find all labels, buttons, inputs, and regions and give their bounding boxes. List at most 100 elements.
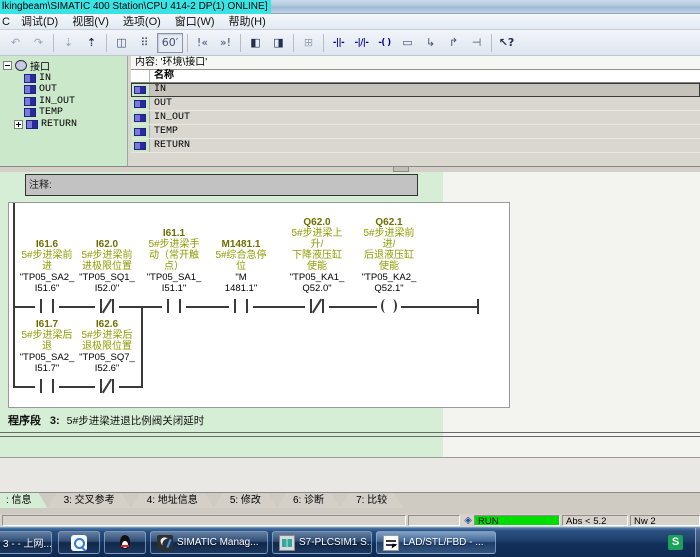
download-icon[interactable]: ⇣ [58,33,79,53]
tab-diagnostics[interactable]: 6: 诊断 [277,493,340,508]
toolbar-separator [491,34,492,52]
status-empty-segment [408,515,460,526]
right-rail-tick [477,299,479,314]
expand-icon[interactable] [14,120,23,129]
declaration-row-temp[interactable]: TEMP [131,125,700,139]
declaration-header-row: 名称 [131,70,700,83]
collapse-icon[interactable] [3,61,12,70]
connector-icon[interactable]: ⊣ [466,33,487,53]
tree-item-in[interactable]: IN [24,73,127,85]
toolbar-separator [187,34,188,52]
network-title-row[interactable]: 程序段 3: 5#步进梁进退比例阀关闭延时 [8,412,204,428]
contact-label[interactable]: I61.6 5#步进梁前 进 "TP05_SA2_ I51.6" [14,239,80,294]
help-select-icon[interactable]: ↖? [496,33,517,53]
tab-modify[interactable]: 5: 修改 [214,493,277,508]
network-title: 5#步进梁进退比例阀关闭延时 [67,415,205,427]
program-elements-icon[interactable]: ⠿ [134,33,155,53]
contact-label[interactable]: I61.7 5#步进梁后 退 "TP05_SA2_ I51.7" [14,319,80,374]
detail-window-icon[interactable]: ◨ [268,33,289,53]
show-desktop-button[interactable] [695,528,700,557]
declaration-icon [134,100,146,108]
bottom-tabs: : 信息 3: 交叉参考 4: 地址信息 5: 修改 6: 诊断 7: 比较 [0,492,700,514]
new-network-icon[interactable]: ⊞ [298,33,319,53]
browser-icon [71,535,87,551]
declaration-row-out[interactable]: OUT [131,97,700,111]
taskbar-button-qq[interactable] [104,531,146,554]
tree-root-label: 接口 [30,58,50,73]
tree-item-return[interactable]: RETURN [14,119,127,131]
redo-icon[interactable]: ↷ [28,33,49,53]
tray-s-icon[interactable]: S [668,535,683,550]
declaration-row-in[interactable]: IN [131,83,700,97]
upload-icon[interactable]: ⇡ [81,33,102,53]
branch-junction [141,306,143,388]
taskbar-button-browser-window[interactable]: 3 - - 上网... [0,531,52,554]
comment-box[interactable]: 注释: [25,174,418,196]
menu-options[interactable]: 选项(O) [116,15,168,29]
declaration-row-in-out[interactable]: IN_OUT [131,111,700,125]
title-bar: lkingbeam\SIMATIC 400 Station\CPU 414-2 … [0,0,700,14]
window-title: lkingbeam\SIMATIC 400 Station\CPU 414-2 … [0,0,271,14]
tree-item-out[interactable]: OUT [24,84,127,96]
taskbar-button-simatic-manager[interactable]: SIMATIC Manag... [150,531,268,554]
content-header: 内容: '环境\接口' [131,56,700,70]
output-coil[interactable] [377,297,401,315]
tree-item-temp[interactable]: TEMP [24,107,127,119]
contact-no-icon[interactable]: -||- [328,33,349,53]
contact-label[interactable]: I62.0 5#步进梁前 进极限位置 "TP05_SQ1_ I52.0" [74,239,140,294]
code-editor: 注释: I61.6 5#步进梁前 进 "TP05_SA2_ I51.6" [0,172,700,457]
toolbar-separator [53,34,54,52]
toolbar-separator [240,34,241,52]
symbol-table-icon[interactable]: ◫ [111,33,132,53]
declaration-icon [24,74,36,83]
tab-cross-reference[interactable]: 3: 交叉参考 [48,493,131,508]
toolbar-separator [293,34,294,52]
tab-info[interactable]: : 信息 [0,493,48,508]
monitor-icon[interactable]: 60′ [157,33,183,53]
contact-label[interactable]: I62.6 5#步进梁后 退极限位置 "TP05_SQ7_ I52.6" [74,319,140,374]
declaration-icon [24,108,36,117]
empty-box-icon[interactable]: ▭ [397,33,418,53]
interface-tree: 接口 IN OUT IN_OUT TEMP RETURN [0,56,128,166]
taskbar-button-plcsim[interactable]: S7-PLCSIM1 S... [272,531,372,554]
contact-label[interactable]: M1481.1 5#综合急停 位 "M 1481.1" [208,239,274,294]
menu-view[interactable]: 视图(V) [65,15,116,29]
contact-label[interactable]: Q62.0 5#步进梁上 升/ 下降液压缸 使能 "TP05_KA1_ Q52.… [284,217,350,294]
menu-debug[interactable]: 调试(D) [14,15,65,29]
previous-error-icon[interactable]: !« [192,33,213,53]
next-error-icon[interactable]: »! [215,33,236,53]
contact-nc[interactable] [95,297,119,315]
menu-help[interactable]: 帮助(H) [222,15,273,29]
tab-address-info[interactable]: 4: 地址信息 [131,493,214,508]
tree-root-interface[interactable]: 接口 [3,60,127,72]
menu-window[interactable]: 窗口(W) [168,15,222,29]
coil-label[interactable]: Q62.1 5#步进梁前 进/ 后退液压缸 使能 "TP05_KA2_ Q52.… [356,217,422,294]
tree-item-in-out[interactable]: IN_OUT [24,96,127,108]
network-canvas[interactable]: I61.6 5#步进梁前 进 "TP05_SA2_ I51.6" I62.0 5… [8,202,510,408]
taskbar-button-browser[interactable] [58,531,100,554]
declaration-icon [134,142,146,150]
open-branch-icon[interactable]: ↳ [420,33,441,53]
contact-no[interactable] [35,377,59,395]
undo-icon[interactable]: ↶ [5,33,26,53]
branch-wire [13,386,141,388]
taskbar-button-lad-editor[interactable]: LAD/STL/FBD - ... [376,531,496,554]
screen: lkingbeam\SIMATIC 400 Station\CPU 414-2 … [0,0,700,557]
declaration-row-return[interactable]: RETURN [131,139,700,153]
overview-window-icon[interactable]: ◧ [245,33,266,53]
contact-nc-icon[interactable]: -|/|- [351,33,372,53]
coil-icon[interactable]: -( ) [374,33,395,53]
close-branch-icon[interactable]: ↱ [443,33,464,53]
contact-no[interactable] [35,297,59,315]
toolbar: ↶ ↷ ⇣ ⇡ ◫ ⠿ 60′ !« »! ◧ ◨ ⊞ -||- -|/|- -… [0,30,700,56]
contact-label[interactable]: I61.1 5#步进梁手 动（常开触 点） "TP05_SA1_ I51.1" [141,228,207,294]
icon-column-header [131,70,150,82]
declaration-icon [26,120,38,129]
contact-nc[interactable] [305,297,329,315]
contact-nc[interactable] [95,377,119,395]
network-status: Nw 2 [630,515,700,526]
tab-compare[interactable]: 7: 比较 [340,493,403,508]
contact-no[interactable] [229,297,253,315]
menu-plc[interactable]: C [0,15,14,29]
contact-no[interactable] [162,297,186,315]
